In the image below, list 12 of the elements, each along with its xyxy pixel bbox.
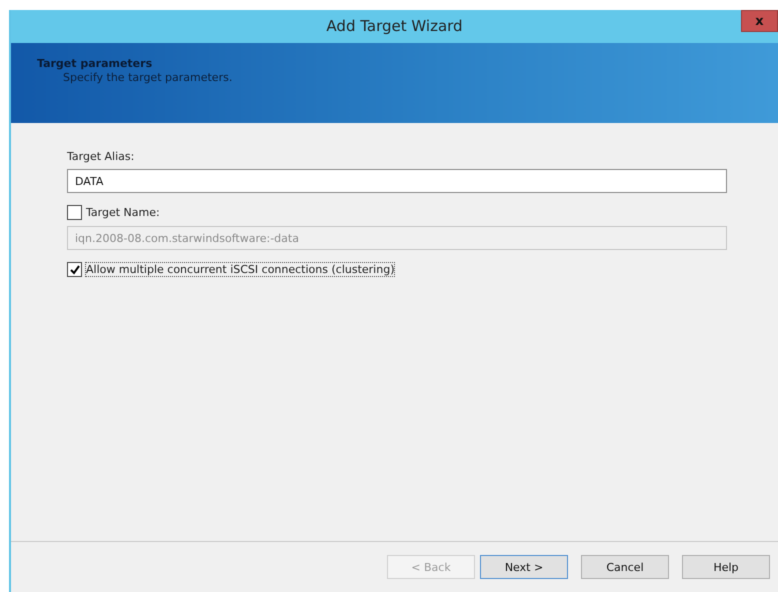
checkbox-label: Allow multiple concurrent iSCSI connections (clustering) xyxy=(86,263,394,276)
wizard-button[interactable]: Cancel xyxy=(581,555,669,579)
alias-field[interactable]: DATA xyxy=(67,169,727,193)
close-button[interactable]: x xyxy=(741,10,778,32)
wizard-button[interactable]: Help xyxy=(682,555,770,579)
field-label: Target Alias: xyxy=(67,150,134,163)
page-subtitle: Specify the target parameters. xyxy=(63,71,234,84)
checkbox-label: Target Name: xyxy=(86,206,160,219)
wizard-button[interactable]: Next > xyxy=(480,555,568,579)
window-title: Add Target Wizard xyxy=(326,17,463,35)
page-title: Target parameters xyxy=(37,57,154,70)
checkbox[interactable] xyxy=(67,262,82,277)
